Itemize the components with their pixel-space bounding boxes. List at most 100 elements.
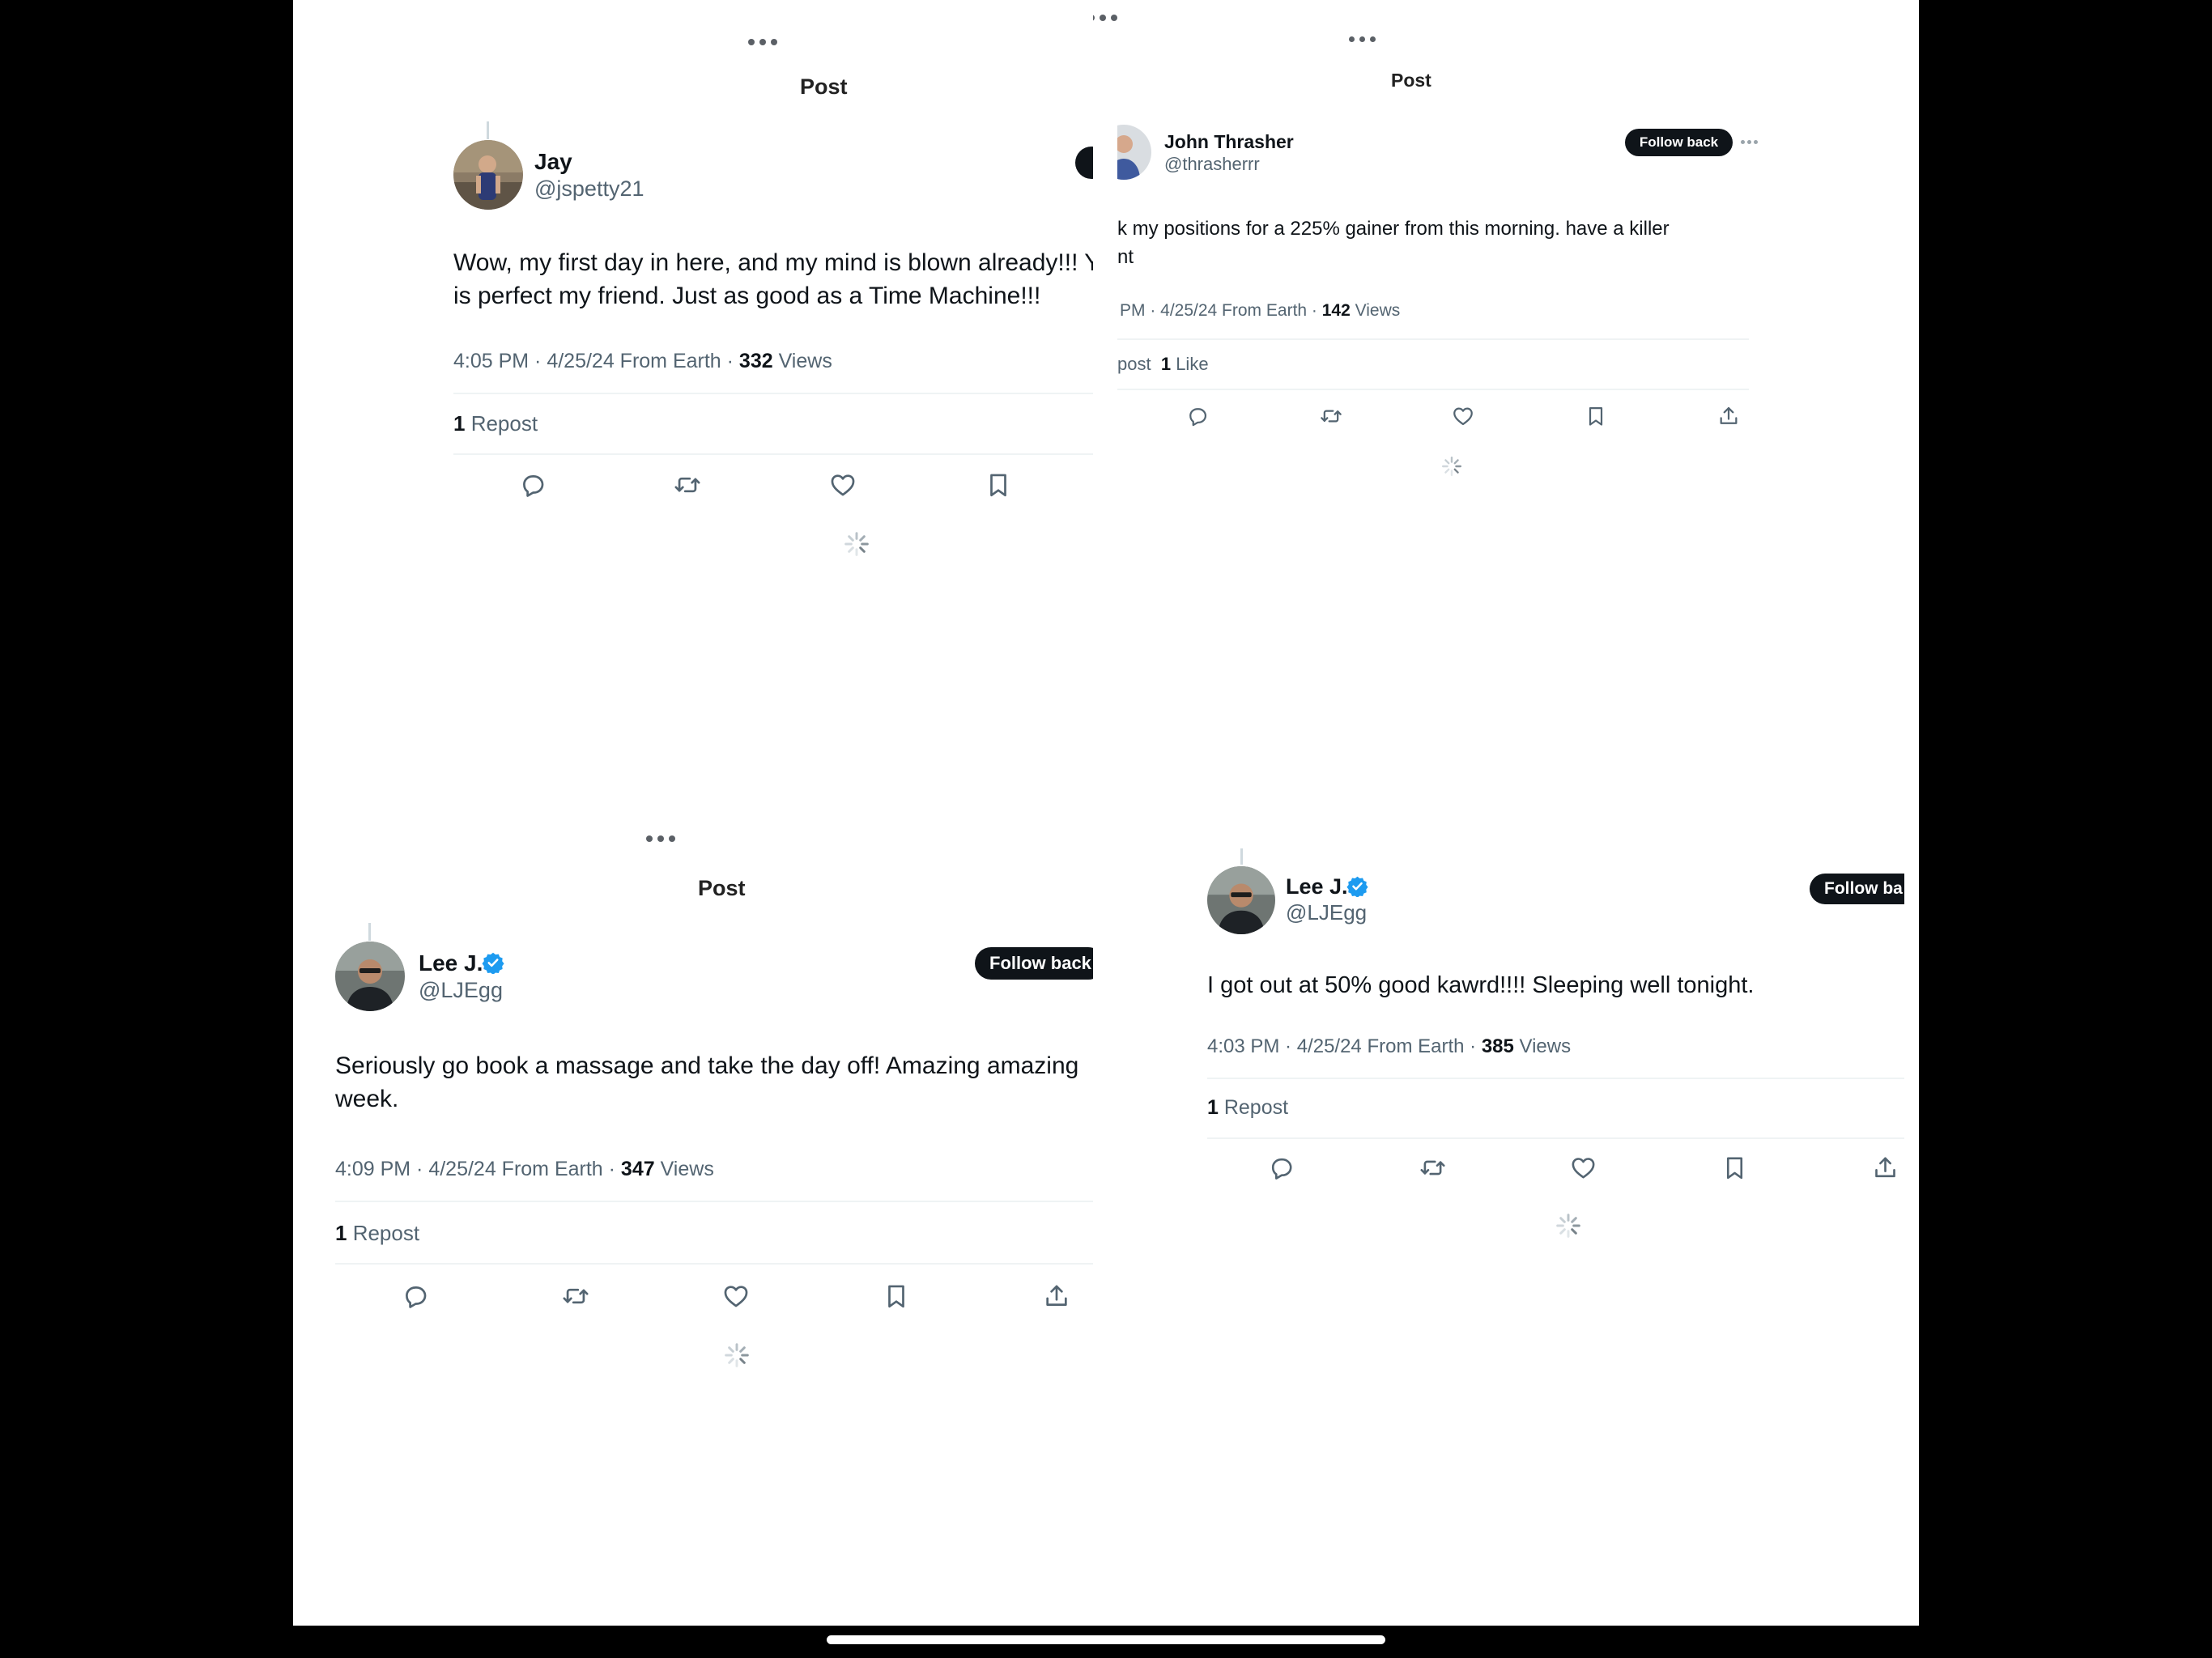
post-text-line: is perfect my friend. Just as good as a … — [453, 282, 1041, 309]
repost-number: 1 — [453, 411, 466, 436]
post-timestamp: PM · 4/25/24 From Earth · — [1120, 301, 1322, 320]
post-text-line: Seriously go book a massage and take the… — [335, 1052, 1079, 1079]
follow-button-partial[interactable] — [1075, 147, 1093, 179]
author-name[interactable]: Jay — [534, 149, 572, 175]
post-meta: 4:09 PM · 4/25/24 From Earth · 347 Views — [335, 1158, 714, 1181]
more-options-dots-icon[interactable] — [646, 835, 675, 842]
like-icon[interactable] — [1452, 405, 1474, 427]
reply-icon[interactable] — [402, 1282, 429, 1310]
avatar[interactable] — [335, 942, 405, 1011]
repost-count[interactable]: 1 Repost — [453, 411, 538, 436]
divider — [1207, 1137, 1904, 1139]
loading-spinner-icon — [1441, 456, 1462, 477]
author-name[interactable]: Lee J. — [1286, 874, 1348, 899]
repost-icon[interactable] — [674, 471, 701, 499]
views-count[interactable]: 385 — [1482, 1035, 1514, 1057]
divider — [335, 1201, 1093, 1202]
views-label: Views — [1350, 301, 1401, 320]
repost-label: Repost — [1218, 1096, 1289, 1119]
reply-icon[interactable] — [1186, 405, 1209, 427]
reply-icon[interactable] — [519, 471, 547, 499]
post-timestamp: 4:03 PM · 4/25/24 From Earth · — [1207, 1035, 1482, 1057]
post-text-line: week. — [335, 1085, 399, 1112]
share-icon[interactable] — [1717, 405, 1740, 427]
divider — [1207, 1078, 1904, 1079]
screenshot-canvas: Post Jay @jspetty21 Wow, my first day in… — [293, 0, 1919, 1626]
share-icon[interactable] — [1043, 1282, 1070, 1310]
more-options-icon[interactable] — [1741, 140, 1758, 144]
repost-count[interactable]: 1 Repost — [335, 1221, 419, 1246]
repost-icon[interactable] — [1320, 405, 1342, 427]
views-count[interactable]: 332 — [739, 350, 773, 372]
author-name[interactable]: John Thrasher — [1164, 131, 1294, 153]
thread-line — [1240, 848, 1243, 865]
like-count[interactable]: 1 — [1161, 354, 1171, 374]
loading-spinner-icon — [724, 1342, 750, 1368]
reply-icon[interactable] — [1268, 1154, 1295, 1181]
post-text: I got out at 50% good kawrd!!!! Sleeping… — [1207, 970, 1754, 1001]
follow-back-button[interactable]: Follow back — [1625, 129, 1733, 156]
repost-label[interactable]: post — [1117, 354, 1151, 374]
page-title: Post — [800, 74, 848, 99]
repost-icon[interactable] — [1419, 1154, 1446, 1181]
divider — [335, 1263, 1093, 1265]
repost-number: 1 — [1207, 1096, 1219, 1119]
post-text: Wow, my first day in here, and my mind i… — [453, 247, 1093, 312]
like-icon[interactable] — [1570, 1154, 1597, 1181]
divider — [1117, 338, 1749, 340]
avatar[interactable] — [1207, 866, 1275, 934]
repost-label: Repost — [347, 1221, 420, 1245]
post-meta: 4:05 PM · 4/25/24 From Earth · 332 Views — [453, 350, 832, 373]
views-label: Views — [1513, 1035, 1572, 1057]
post-panel-lee-j-1: Post Lee J. @LJEgg Follow back Seriously… — [293, 801, 1093, 1626]
repost-count[interactable]: 1 Repost — [1207, 1096, 1288, 1120]
views-count[interactable]: 347 — [621, 1158, 655, 1180]
engagement-counts: post 1 Like — [1117, 354, 1209, 375]
author-handle[interactable]: @LJEgg — [419, 978, 503, 1003]
post-text-line: nt — [1117, 245, 1134, 268]
bookmark-icon[interactable] — [883, 1282, 910, 1310]
bookmark-icon[interactable] — [1585, 405, 1607, 427]
follow-back-button[interactable]: Follow back — [975, 947, 1093, 980]
author-handle[interactable]: @thrasherrr — [1164, 154, 1260, 175]
avatar[interactable] — [453, 140, 523, 210]
bookmark-icon[interactable] — [1721, 1154, 1748, 1181]
author-handle[interactable]: @jspetty21 — [534, 176, 644, 202]
loading-spinner-icon — [844, 531, 870, 557]
loading-spinner-icon — [1555, 1213, 1581, 1239]
like-icon[interactable] — [829, 471, 857, 499]
author-handle[interactable]: @LJEgg — [1286, 900, 1367, 925]
thread-line — [368, 923, 371, 941]
repost-label: Repost — [465, 411, 538, 436]
page-title: Post — [698, 876, 746, 900]
verified-badge-icon[interactable] — [482, 951, 504, 974]
author-name[interactable]: Lee J. — [419, 950, 483, 976]
repost-icon[interactable] — [562, 1282, 589, 1310]
like-icon[interactable] — [722, 1282, 750, 1310]
page-title: Post — [1391, 70, 1431, 91]
avatar[interactable] — [1117, 125, 1151, 180]
views-count[interactable]: 142 — [1322, 301, 1351, 320]
bookmark-icon[interactable] — [985, 471, 1012, 499]
verified-badge-icon[interactable] — [1346, 875, 1368, 897]
post-timestamp: 4:05 PM · 4/25/24 From Earth · — [453, 350, 739, 372]
divider — [453, 393, 1093, 394]
post-meta: PM · 4/25/24 From Earth · 142 Views — [1120, 301, 1400, 321]
post-panel-john-thrasher: Post John Thrasher @thrasherrr Follow ba… — [1117, 0, 1919, 615]
follow-back-button[interactable]: Follow ba — [1810, 874, 1904, 904]
post-panel-lee-j-2: Lee J. @LJEgg Follow ba I got out at 50%… — [1117, 801, 1904, 1626]
more-options-dots-icon[interactable] — [748, 39, 777, 45]
post-timestamp: 4:09 PM · 4/25/24 From Earth · — [335, 1158, 621, 1180]
thread-line — [487, 121, 489, 139]
post-text: Seriously go book a massage and take the… — [335, 1050, 1078, 1116]
share-icon[interactable] — [1872, 1154, 1899, 1181]
post-text-line: k my positions for a 225% gainer from th… — [1117, 218, 1670, 240]
home-indicator[interactable] — [827, 1635, 1385, 1644]
views-label: Views — [772, 350, 832, 372]
more-options-dots-icon[interactable] — [1349, 36, 1376, 42]
divider — [1117, 389, 1749, 390]
post-meta: 4:03 PM · 4/25/24 From Earth · 385 Views — [1207, 1035, 1571, 1058]
like-label: Like — [1171, 354, 1209, 374]
post-panel-jay: Post Jay @jspetty21 Wow, my first day in… — [293, 0, 1093, 615]
views-label: Views — [654, 1158, 714, 1180]
